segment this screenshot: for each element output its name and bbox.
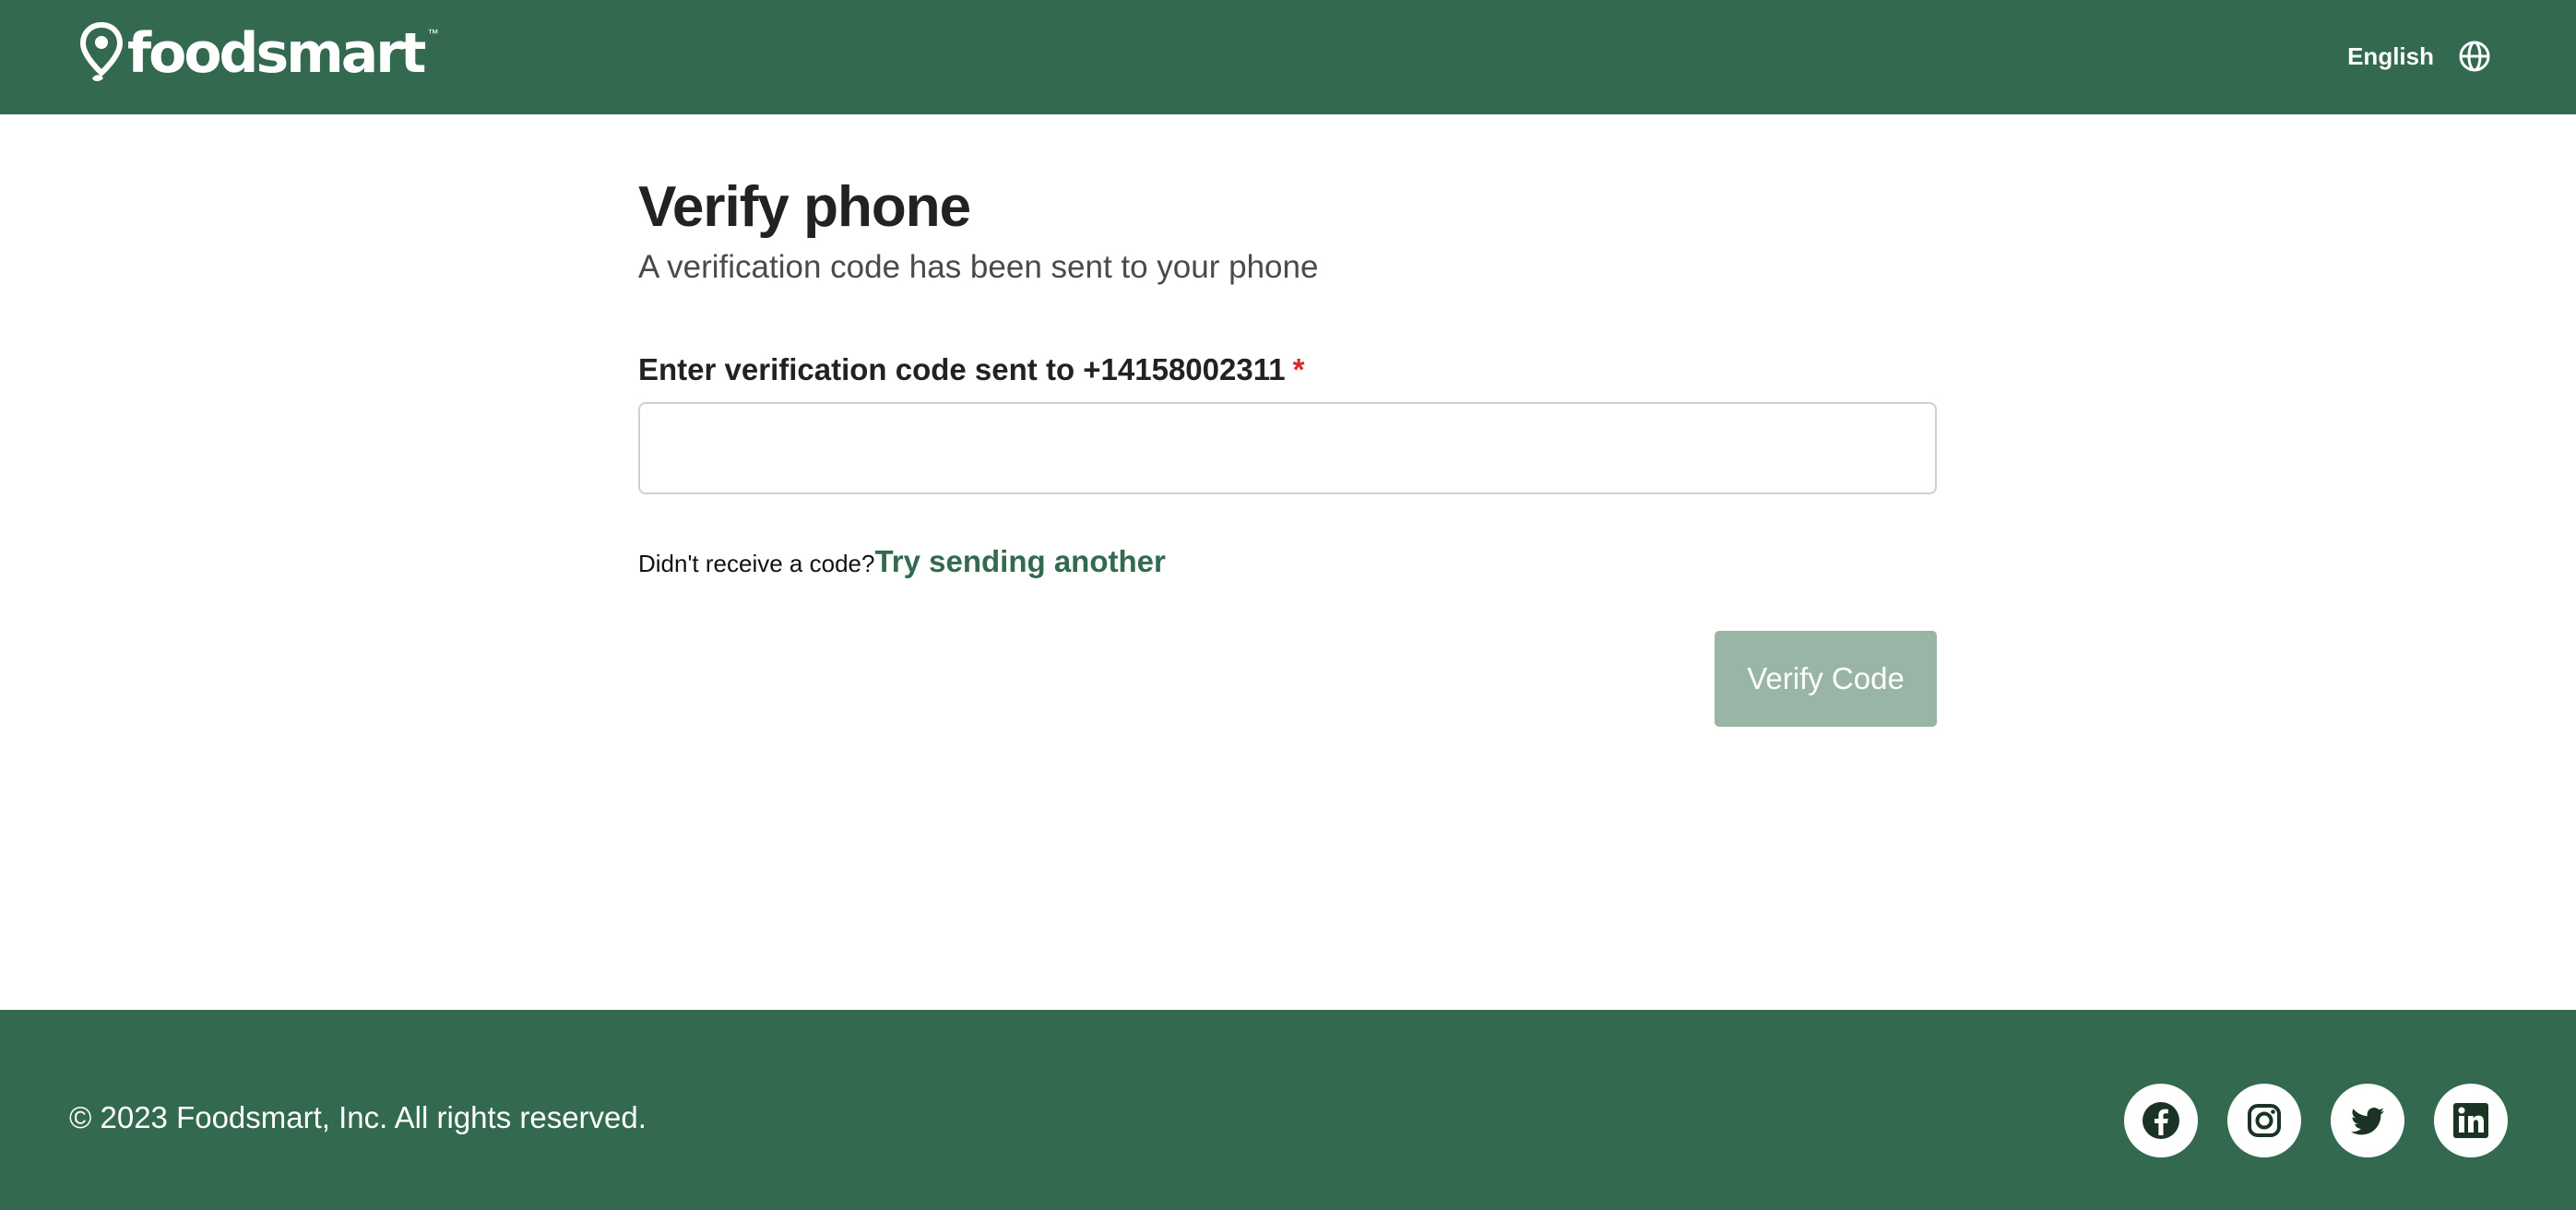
- instagram-link[interactable]: [2227, 1084, 2301, 1157]
- globe-icon: [2459, 41, 2490, 72]
- required-asterisk: *: [1292, 352, 1305, 386]
- resend-code-row: Didn't receive a code? Try sending anothe…: [638, 544, 1166, 579]
- resend-code-link[interactable]: Try sending another: [874, 544, 1165, 579]
- page-title: Verify phone: [638, 175, 971, 239]
- page-footer: © 2023 Foodsmart, Inc. All rights reserv…: [0, 1010, 2576, 1210]
- verify-phone-form: Verify phone A verification code has bee…: [638, 172, 1937, 727]
- verification-code-input[interactable]: [638, 402, 1937, 494]
- page-subtitle: A verification code has been sent to you…: [638, 249, 1319, 285]
- foodsmart-logo[interactable]: foodsmart ™: [79, 20, 439, 87]
- location-pin-icon: [79, 21, 124, 81]
- resend-prompt: Didn't receive a code?: [638, 550, 875, 577]
- top-navbar: foodsmart ™ English: [0, 0, 2576, 114]
- copyright-text: © 2023 Foodsmart, Inc. All rights reserv…: [69, 1100, 647, 1134]
- verification-code-label: Enter verification code sent to +1415800…: [638, 352, 1304, 387]
- facebook-icon: [2143, 1102, 2179, 1139]
- trademark-mark: ™: [427, 27, 439, 40]
- linkedin-icon: [2453, 1103, 2488, 1138]
- twitter-link[interactable]: [2331, 1084, 2404, 1157]
- verify-code-button[interactable]: Verify Code: [1715, 631, 1937, 727]
- linkedin-link[interactable]: [2434, 1084, 2508, 1157]
- social-links: [2124, 1084, 2508, 1157]
- instagram-icon: [2248, 1104, 2281, 1137]
- twitter-icon: [2351, 1108, 2384, 1135]
- facebook-link[interactable]: [2124, 1084, 2198, 1157]
- language-selector[interactable]: English: [2347, 35, 2491, 77]
- logo-text: foodsmart: [127, 21, 426, 86]
- verification-code-label-text: Enter verification code sent to +1415800…: [638, 352, 1286, 386]
- language-label: English: [2347, 42, 2434, 70]
